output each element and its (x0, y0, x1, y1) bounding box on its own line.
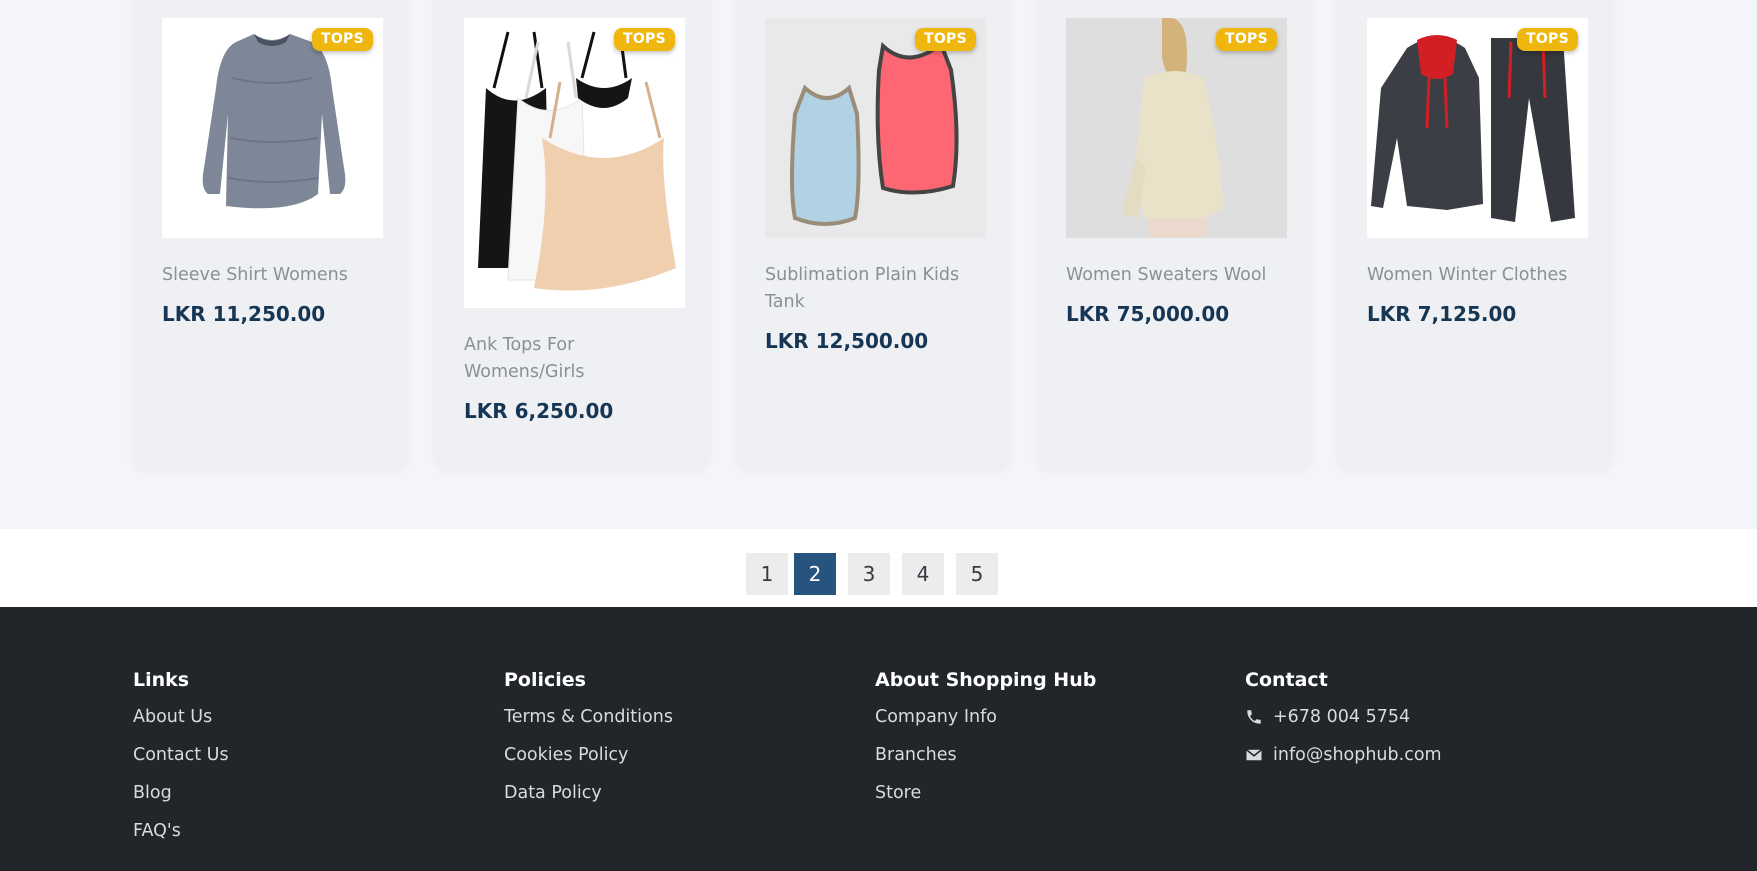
phone-number: +678 004 5754 (1273, 707, 1411, 727)
footer-about-column: About Shopping Hub Company Info Branches… (875, 667, 1205, 819)
company-info-link[interactable]: Company Info (875, 705, 1205, 729)
product-card[interactable]: TOPS Sublimation Plain Kids Tank LKR 12,… (736, 0, 1010, 470)
product-image[interactable]: TOPS (765, 18, 986, 238)
footer-links-column: Links About Us Contact Us Blog FAQ's (133, 667, 463, 857)
category-badge: TOPS (915, 28, 976, 51)
site-footer: Links About Us Contact Us Blog FAQ's Pol… (0, 607, 1757, 871)
email-address: info@shophub.com (1273, 745, 1442, 765)
kids-tank-image (765, 18, 986, 238)
page-button-1[interactable]: 1 (746, 553, 788, 595)
footer-heading: About Shopping Hub (875, 669, 1097, 691)
data-policy-link[interactable]: Data Policy (504, 781, 834, 805)
blog-link[interactable]: Blog (133, 781, 463, 805)
about-us-link[interactable]: About Us (133, 705, 463, 729)
footer-policies-column: Policies Terms & Conditions Cookies Poli… (504, 667, 834, 819)
email-contact[interactable]: info@shophub.com (1245, 743, 1575, 767)
product-listing-section: TOPS Sleeve Shirt Womens LKR 11,250.00 T… (0, 0, 1757, 529)
product-image[interactable]: TOPS (1066, 18, 1287, 238)
terms-link[interactable]: Terms & Conditions (504, 705, 834, 729)
product-name[interactable]: Sublimation Plain Kids Tank (765, 262, 986, 316)
category-badge: TOPS (614, 28, 675, 51)
product-name[interactable]: Women Winter Clothes (1367, 262, 1588, 289)
product-price: LKR 12,500.00 (765, 329, 929, 353)
envelope-icon (1246, 749, 1262, 761)
product-price: LKR 6,250.00 (464, 399, 614, 423)
product-grid: TOPS Sleeve Shirt Womens LKR 11,250.00 T… (133, 0, 1616, 470)
phone-icon (1247, 710, 1261, 724)
branches-link[interactable]: Branches (875, 743, 1205, 767)
product-card[interactable]: TOPS Sleeve Shirt Womens LKR 11,250.00 (133, 0, 407, 470)
product-card[interactable]: TOPS Women Winter Clothes LKR 7,125.00 (1338, 0, 1612, 470)
product-price: LKR 7,125.00 (1367, 302, 1517, 326)
product-name[interactable]: Sleeve Shirt Womens (162, 262, 383, 289)
footer-heading: Contact (1245, 669, 1328, 691)
footer-heading: Links (133, 669, 190, 691)
page-button-4[interactable]: 4 (902, 553, 944, 595)
product-card[interactable]: TOPS Women Sweaters Wool LKR 75,000.00 (1037, 0, 1311, 470)
product-card[interactable]: TOPS Ank Tops For Womens/Girls LKR 6,250… (435, 0, 709, 470)
page-button-3[interactable]: 3 (848, 553, 890, 595)
hoodie-image (1367, 18, 1588, 238)
page-button-2-current[interactable]: 2 (794, 553, 836, 595)
contact-us-link[interactable]: Contact Us (133, 743, 463, 767)
faqs-link[interactable]: FAQ's (133, 819, 463, 843)
category-badge: TOPS (1517, 28, 1578, 51)
product-price: LKR 75,000.00 (1066, 302, 1230, 326)
cookies-policy-link[interactable]: Cookies Policy (504, 743, 834, 767)
page-button-5[interactable]: 5 (956, 553, 998, 595)
shirt-image (162, 18, 383, 238)
product-price: LKR 11,250.00 (162, 302, 326, 326)
category-badge: TOPS (312, 28, 373, 51)
phone-contact[interactable]: +678 004 5754 (1245, 705, 1575, 729)
category-badge: TOPS (1216, 28, 1277, 51)
product-image[interactable]: TOPS (162, 18, 383, 238)
product-name[interactable]: Ank Tops For Womens/Girls (464, 332, 685, 386)
camisole-image (464, 18, 685, 308)
sweater-image (1066, 18, 1287, 238)
product-image[interactable]: TOPS (464, 18, 685, 308)
footer-contact-column: Contact +678 004 5754 info@shophub.com (1245, 667, 1575, 781)
footer-heading: Policies (504, 669, 586, 691)
product-image[interactable]: TOPS (1367, 18, 1588, 238)
store-link[interactable]: Store (875, 781, 1205, 805)
product-name[interactable]: Women Sweaters Wool (1066, 262, 1287, 289)
